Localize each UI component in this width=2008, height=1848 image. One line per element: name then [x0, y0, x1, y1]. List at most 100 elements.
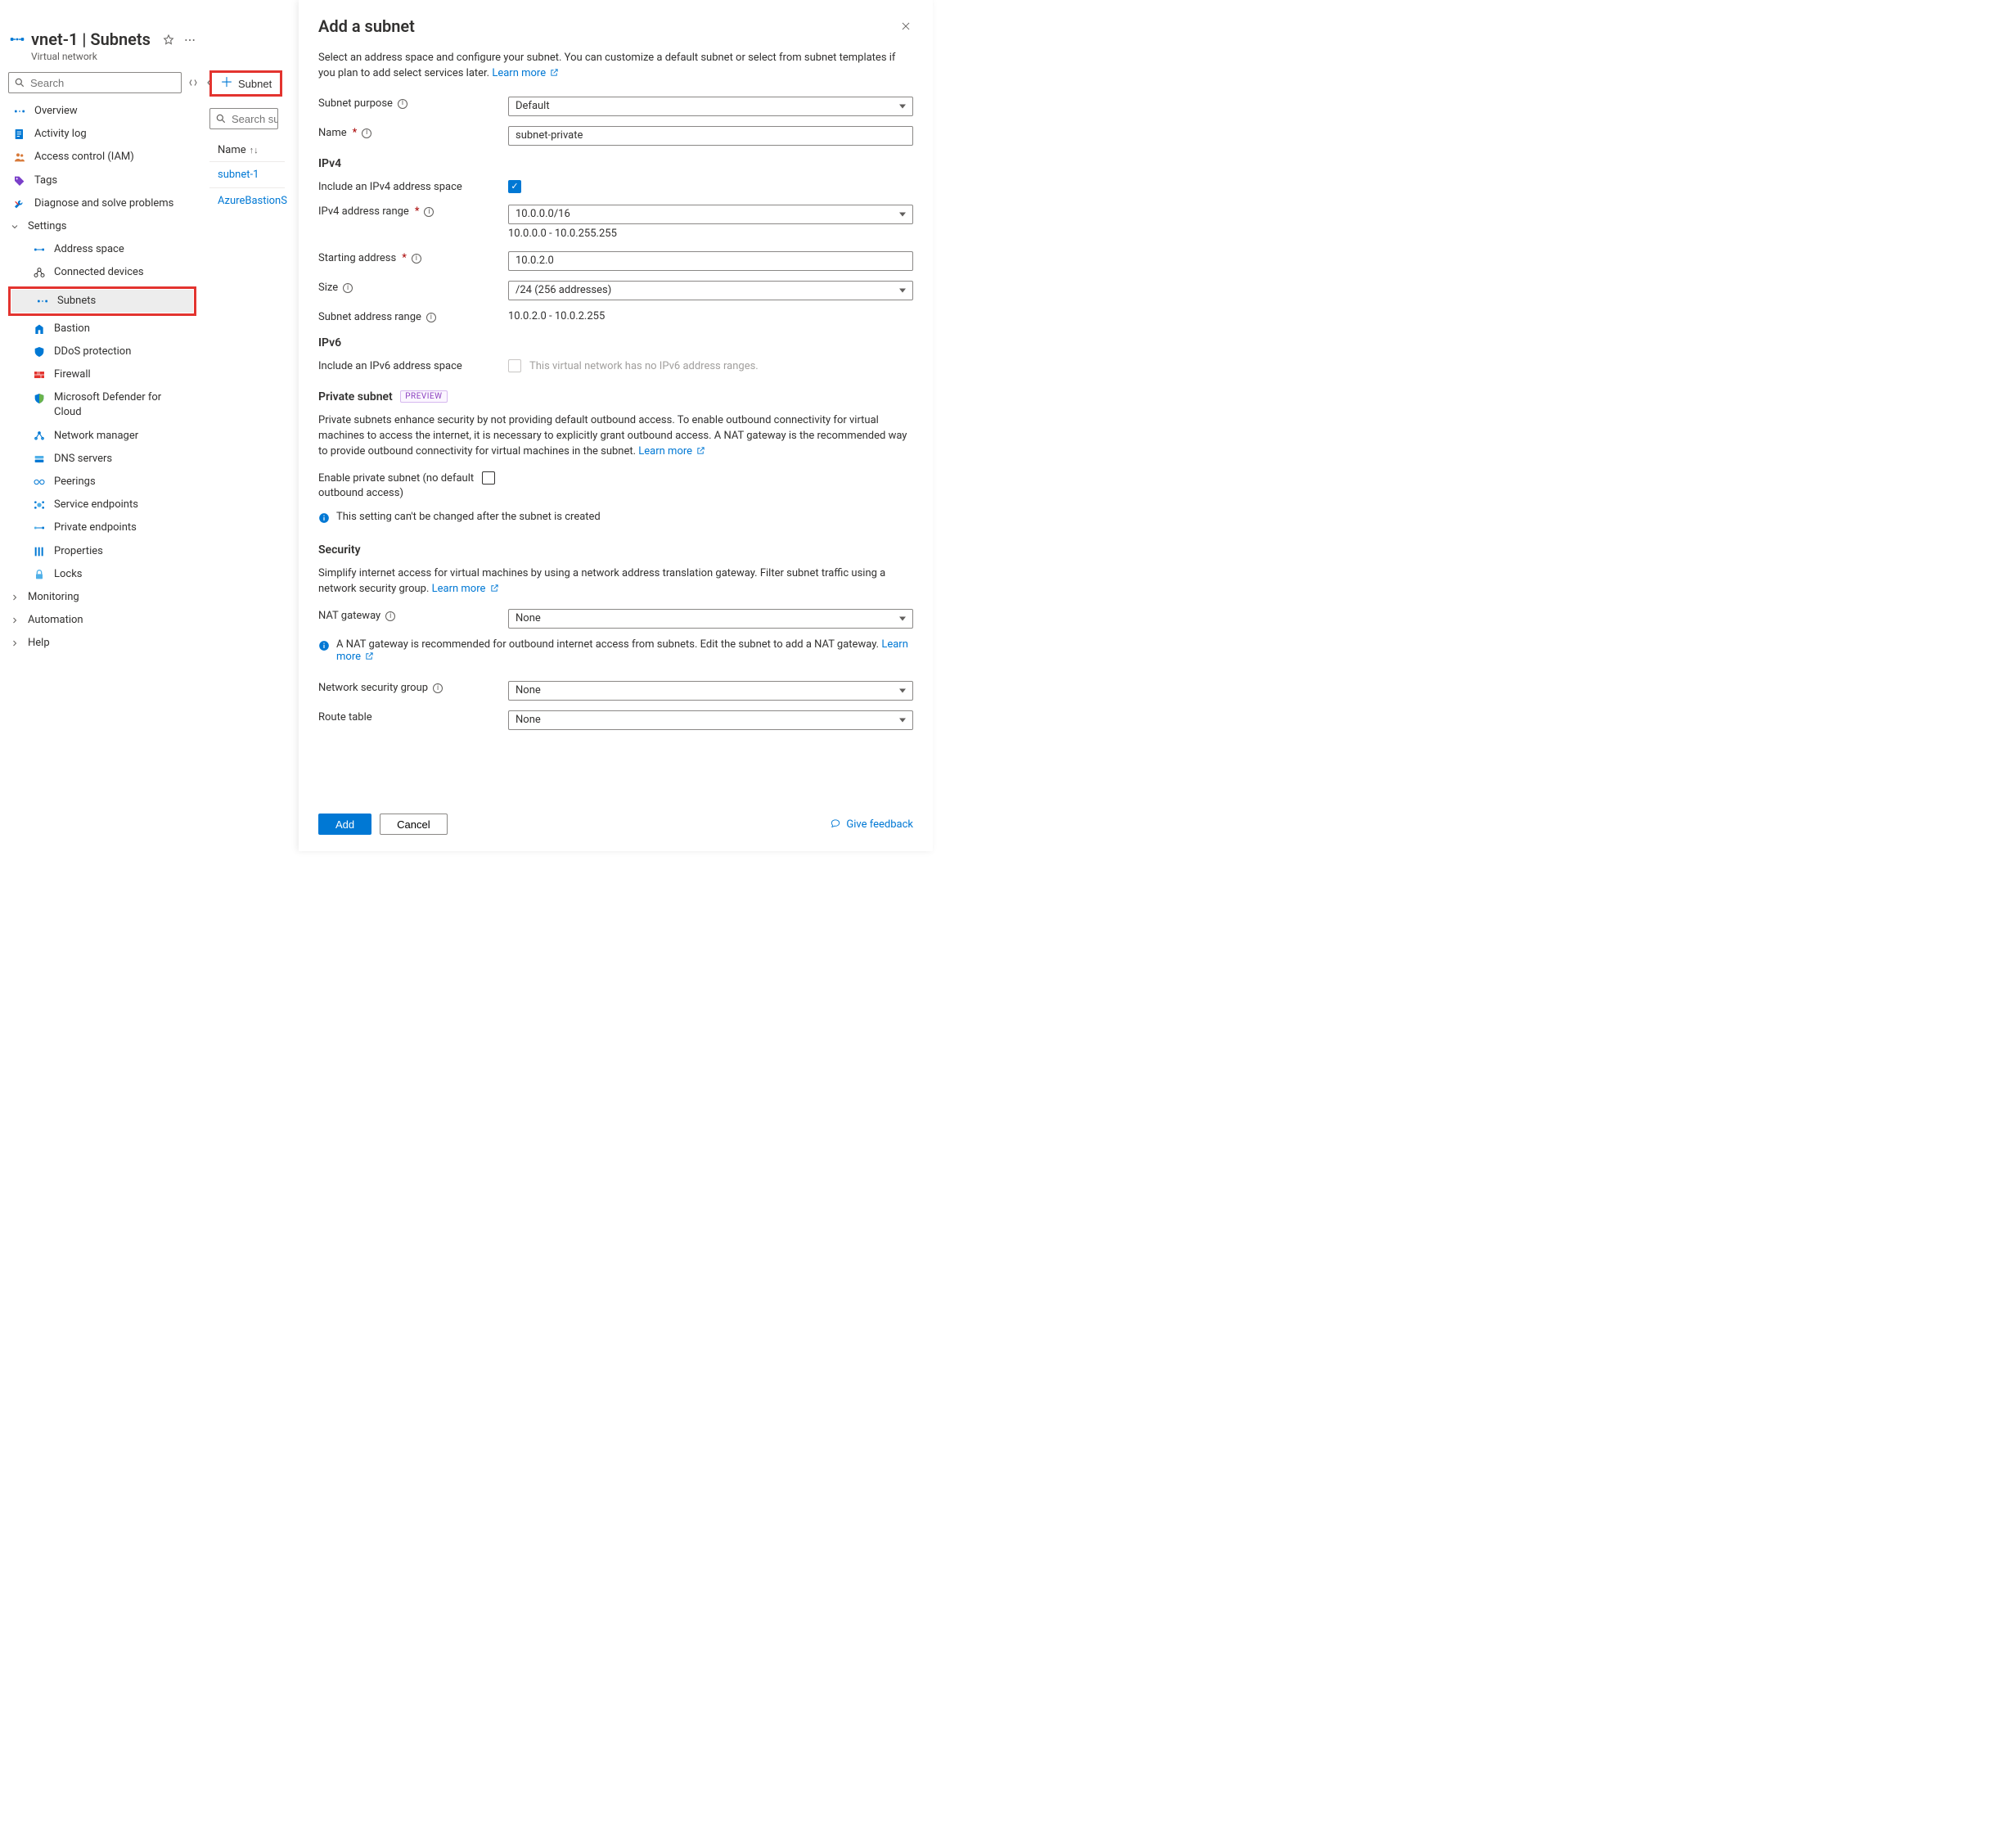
security-desc: Simplify internet access for virtual mac…: [318, 566, 913, 597]
nav-item-firewall[interactable]: Firewall: [8, 363, 196, 386]
starting-address-input[interactable]: 10.0.2.0: [508, 251, 913, 271]
nav-item-settings[interactable]: Settings: [8, 215, 196, 238]
ipv4-range-hint: 10.0.0.0 - 10.0.255.255: [508, 228, 913, 240]
nav-item-monitoring[interactable]: Monitoring: [8, 586, 196, 609]
subnet-purpose-select[interactable]: Default: [508, 97, 913, 116]
nav-item-activity-log[interactable]: Activity log: [8, 123, 196, 146]
nav-list: Overview Activity log Access control (IA…: [8, 100, 196, 656]
include-ipv4-label: Include an IPv4 address space: [318, 180, 508, 195]
name-input[interactable]: subnet-private: [508, 126, 913, 146]
nsg-label: Network security group i: [318, 681, 508, 696]
nsg-select[interactable]: None: [508, 681, 913, 701]
nav-item-overview[interactable]: Overview: [8, 100, 196, 123]
info-icon[interactable]: i: [412, 254, 421, 264]
nav-item-bastion[interactable]: Bastion: [8, 318, 196, 340]
nav-item-connected-devices[interactable]: Connected devices: [8, 261, 196, 284]
subnet-purpose-label: Subnet purpose i: [318, 97, 508, 111]
nav-search-input[interactable]: [29, 76, 176, 90]
info-icon: [318, 640, 330, 651]
address-space-icon: [33, 243, 46, 256]
external-link-icon: [696, 446, 705, 455]
external-link-icon: [365, 651, 374, 660]
cancel-button[interactable]: Cancel: [380, 814, 447, 835]
add-subnet-button[interactable]: ＋ Subnet: [212, 73, 280, 94]
nav-item-iam[interactable]: Access control (IAM): [8, 146, 196, 169]
nav-item-subnets[interactable]: Subnets: [11, 290, 193, 313]
chevron-right-icon: [10, 615, 20, 625]
learn-more-link[interactable]: Learn more: [638, 445, 705, 457]
info-icon: [318, 512, 330, 524]
highlight-subnets: Subnets: [8, 286, 196, 316]
nav-item-diagnose[interactable]: Diagnose and solve problems: [8, 192, 196, 215]
preview-badge: PREVIEW: [400, 390, 447, 403]
subnet-search-box[interactable]: [209, 108, 278, 129]
ipv4-range-select[interactable]: 10.0.0.0/16: [508, 205, 913, 224]
info-icon[interactable]: i: [433, 683, 443, 693]
close-button[interactable]: [900, 20, 913, 33]
subnet-range-value: 10.0.2.0 - 10.0.2.255: [508, 310, 605, 322]
nav-item-network-manager[interactable]: Network manager: [8, 425, 196, 448]
nav-item-service-endpoints[interactable]: Service endpoints: [8, 494, 196, 516]
nav-item-dns[interactable]: DNS servers: [8, 448, 196, 471]
private-subnet-title: Private subnet PREVIEW: [318, 390, 913, 403]
resource-title-row: vnet-1 | Subnets: [8, 29, 196, 49]
give-feedback-link[interactable]: Give feedback: [830, 818, 913, 831]
devices-icon: [33, 266, 46, 279]
private-subnet-desc: Private subnets enhance security by not …: [318, 413, 913, 460]
info-icon[interactable]: i: [426, 313, 436, 322]
wrench-icon: [13, 197, 26, 210]
security-section-title: Security: [318, 543, 913, 557]
search-icon: [215, 113, 227, 124]
nav-item-ddos[interactable]: DDoS protection: [8, 340, 196, 363]
column-header-name[interactable]: Name ↑↓: [209, 144, 285, 156]
nav-item-help[interactable]: Help: [8, 632, 196, 655]
panel-title: Add a subnet: [318, 16, 415, 36]
feedback-icon: [830, 818, 841, 830]
subnets-icon: [36, 295, 49, 308]
more-icon[interactable]: [183, 34, 196, 47]
add-button[interactable]: Add: [318, 814, 371, 835]
favorite-icon[interactable]: [162, 34, 175, 47]
enable-private-checkbox[interactable]: [482, 471, 495, 485]
nat-gateway-label: NAT gateway i: [318, 609, 508, 624]
table-row[interactable]: AzureBastionS: [209, 187, 285, 214]
external-link-icon: [490, 584, 499, 593]
nav-item-tags[interactable]: Tags: [8, 169, 196, 192]
learn-more-link[interactable]: Learn more: [432, 583, 499, 595]
vnet-icon: [13, 105, 26, 118]
chevron-down-icon: [10, 222, 20, 232]
subnet-search-input[interactable]: [230, 112, 278, 126]
info-icon[interactable]: i: [424, 207, 434, 217]
include-ipv6-checkbox: [508, 359, 521, 372]
info-icon[interactable]: i: [362, 128, 371, 138]
highlight-add-subnet: ＋ Subnet: [209, 70, 282, 97]
name-label: Name* i: [318, 126, 508, 141]
vnet-icon: [8, 30, 26, 48]
nav-item-automation[interactable]: Automation: [8, 609, 196, 632]
size-select[interactable]: /24 (256 addresses): [508, 281, 913, 300]
nav-search-box[interactable]: [8, 72, 182, 93]
table-row[interactable]: subnet-1: [209, 161, 285, 187]
include-ipv4-checkbox[interactable]: [508, 180, 521, 193]
enable-private-label: Enable private subnet (no default outbou…: [318, 471, 482, 501]
nav-item-private-endpoints[interactable]: Private endpoints: [8, 516, 196, 539]
nav-item-address-space[interactable]: Address space: [8, 238, 196, 261]
nat-info-banner: A NAT gateway is recommended for outboun…: [318, 638, 913, 663]
nav-item-locks[interactable]: Locks: [8, 563, 196, 586]
nav-item-properties[interactable]: Properties: [8, 540, 196, 563]
properties-icon: [33, 545, 46, 558]
info-icon[interactable]: i: [385, 611, 395, 621]
include-ipv6-label: Include an IPv6 address space: [318, 359, 508, 374]
info-icon[interactable]: i: [398, 99, 407, 109]
learn-more-link[interactable]: Learn more: [492, 67, 559, 79]
add-subnet-panel: Add a subnet Select an address space and…: [299, 0, 933, 851]
page-title: vnet-1 | Subnets: [31, 29, 151, 49]
dns-icon: [33, 453, 46, 466]
route-table-select[interactable]: None: [508, 710, 913, 730]
nav-item-peerings[interactable]: Peerings: [8, 471, 196, 494]
nav-item-defender[interactable]: Microsoft Defender for Cloud: [8, 386, 196, 424]
info-icon[interactable]: i: [343, 283, 353, 293]
expand-collapse-icon[interactable]: [188, 78, 198, 88]
nat-gateway-select[interactable]: None: [508, 609, 913, 629]
external-link-icon: [550, 68, 559, 77]
